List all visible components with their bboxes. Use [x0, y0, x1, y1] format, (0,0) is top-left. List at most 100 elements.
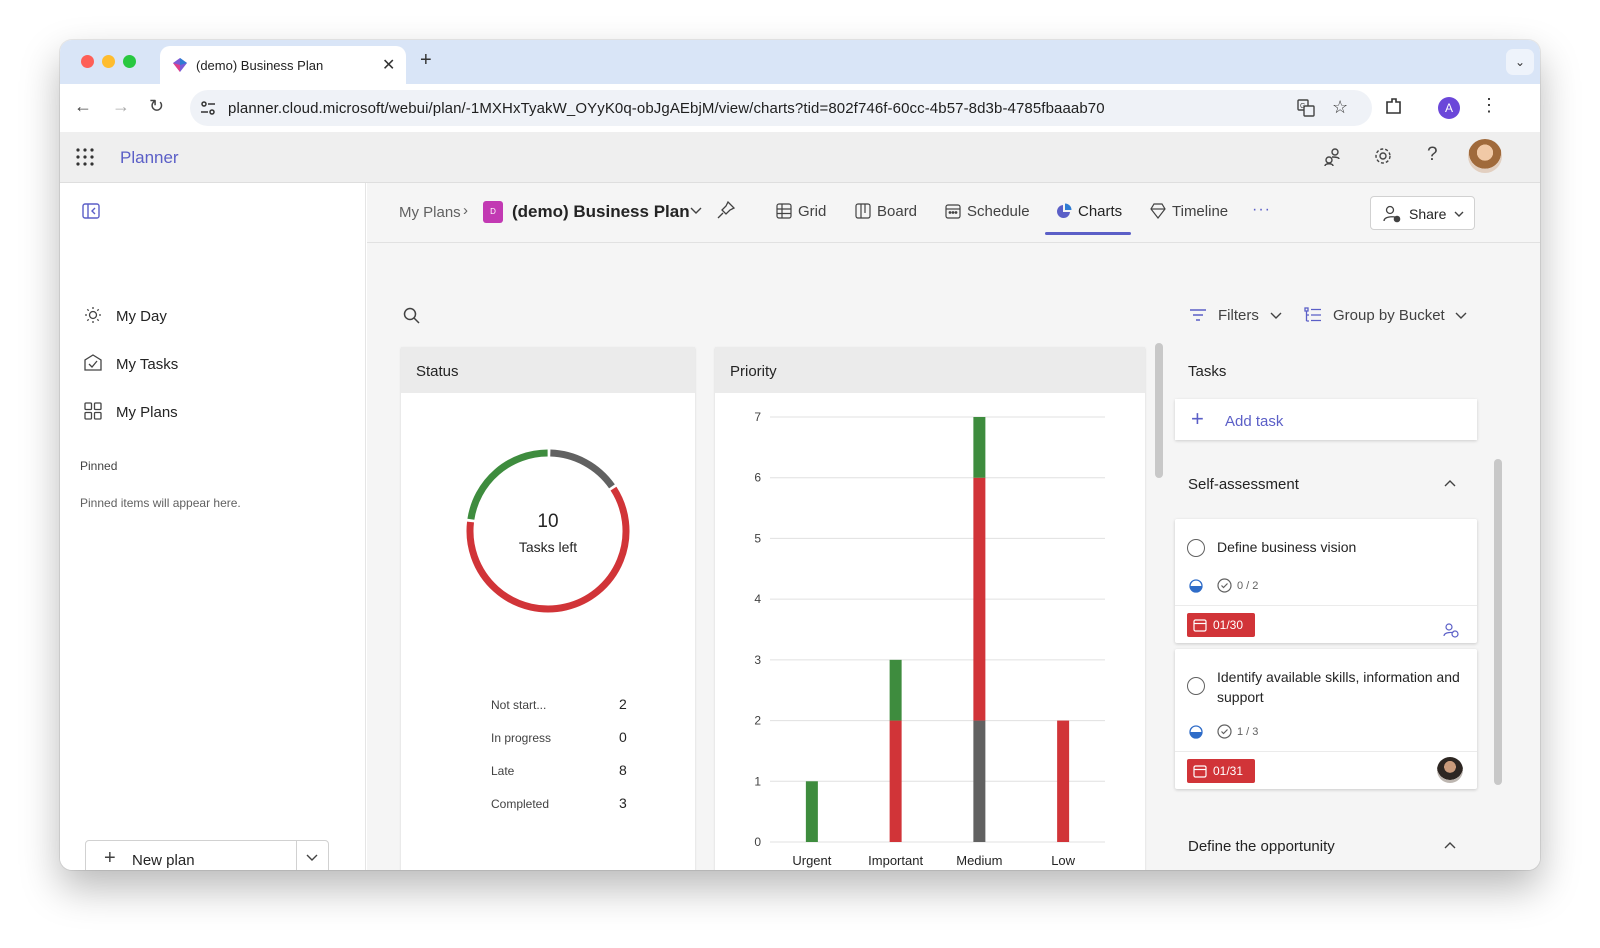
add-task-label: Add task — [1225, 413, 1284, 430]
checklist-progress: 0 / 2 — [1237, 580, 1259, 592]
status-row-not-started: Not start... 2 — [491, 696, 641, 712]
bar-medium-completed[interactable] — [973, 417, 986, 478]
chevron-down-icon — [1453, 207, 1465, 225]
chevron-down-icon[interactable] — [305, 850, 319, 869]
assign-person-icon[interactable] — [1443, 622, 1459, 643]
x-tick-label: Medium — [956, 853, 1002, 868]
calendar-icon — [1193, 618, 1207, 635]
app-launcher-icon[interactable] — [76, 148, 94, 171]
close-window-button[interactable] — [81, 55, 94, 68]
bar-important-completed[interactable] — [889, 659, 902, 721]
active-tab-indicator — [1045, 232, 1131, 235]
tab-strip: (demo) Business Plan ✕ + ⌄ — [60, 40, 1540, 84]
pinned-heading: Pinned — [80, 459, 118, 473]
y-tick-label: 5 — [754, 531, 761, 545]
bar-medium-not-started[interactable] — [973, 720, 986, 842]
sidebar: My Day My Tasks My Plans Pinned Pinned i… — [60, 183, 366, 870]
divider — [1175, 751, 1477, 752]
assignee-avatar[interactable] — [1437, 757, 1463, 783]
new-tab-icon[interactable]: + — [420, 49, 432, 72]
help-icon[interactable]: ? — [1427, 144, 1438, 166]
plan-menu-chevron-icon[interactable] — [689, 203, 703, 222]
x-tick-label: Urgent — [792, 853, 831, 868]
status-row-label: Not start... — [491, 698, 547, 712]
close-tab-icon[interactable]: ✕ — [382, 55, 395, 75]
back-icon[interactable]: ← — [74, 96, 92, 117]
collapse-bucket-chevron-icon[interactable] — [1443, 477, 1457, 496]
url-text: planner.cloud.microsoft/webui/plan/-1MXH… — [228, 100, 1105, 117]
browser-window: (demo) Business Plan ✕ + ⌄ ← → ↻ planner… — [60, 40, 1540, 870]
add-task-button[interactable]: + Add task — [1175, 399, 1477, 440]
collapse-sidebar-icon[interactable] — [82, 203, 100, 224]
group-by-label: Group by Bucket — [1333, 307, 1445, 324]
group-list-icon — [1304, 307, 1322, 328]
minimize-window-button[interactable] — [102, 55, 115, 68]
bookmark-star-icon[interactable]: ☆ — [1332, 97, 1348, 118]
bar-urgent-completed[interactable] — [805, 781, 818, 842]
collapse-bucket-chevron-icon[interactable] — [1443, 839, 1457, 858]
filters-label: Filters — [1218, 307, 1259, 324]
chevron-down-icon — [1454, 309, 1468, 328]
pin-icon[interactable] — [717, 200, 736, 224]
new-plan-label: New plan — [132, 852, 195, 869]
status-card: Status 10 Tasks left Not start... 2 In p… — [401, 347, 695, 870]
donut-slice-completed[interactable] — [467, 449, 548, 520]
donut-slice-not-started[interactable] — [550, 449, 615, 489]
tasks-left-count: 10 — [537, 511, 559, 532]
status-row-label: In progress — [491, 731, 552, 745]
bar-low-late[interactable] — [1057, 720, 1070, 842]
due-date: 01/31 — [1213, 764, 1244, 778]
task-card[interactable]: Define business vision 0 / 2 01/30 — [1175, 519, 1477, 643]
address-bar[interactable]: planner.cloud.microsoft/webui/plan/-1MXH… — [190, 90, 1372, 126]
app-name[interactable]: Planner — [120, 148, 179, 168]
x-tick-label: Important — [868, 853, 923, 868]
status-row-value: 2 — [619, 696, 627, 712]
browser-tab[interactable]: (demo) Business Plan ✕ — [160, 46, 406, 84]
settings-gear-icon[interactable] — [1373, 146, 1393, 171]
search-icon[interactable] — [403, 307, 420, 329]
timeline-diamond-icon — [1150, 203, 1166, 223]
more-views-icon[interactable]: ··· — [1252, 201, 1271, 219]
bucket-name: Self-assessment — [1188, 476, 1299, 493]
complete-task-checkbox[interactable] — [1187, 539, 1205, 557]
tasks-icon — [84, 354, 102, 377]
status-row-completed: Completed 3 — [491, 795, 641, 811]
tasks-scrollbar[interactable] — [1494, 459, 1502, 785]
app-bar: Planner ? — [60, 132, 1540, 183]
divider — [296, 841, 297, 870]
checklist-icon — [1217, 724, 1232, 744]
sun-icon — [84, 306, 102, 329]
bar-medium-late[interactable] — [973, 477, 986, 721]
reload-icon[interactable]: ↻ — [149, 96, 164, 117]
bar-important-late[interactable] — [889, 720, 902, 842]
extensions-icon[interactable] — [1384, 96, 1404, 121]
tab-title: (demo) Business Plan — [196, 58, 324, 73]
share-button[interactable]: Share — [1370, 196, 1475, 230]
priority-half-circle-icon — [1189, 579, 1203, 598]
maximize-window-button[interactable] — [123, 55, 136, 68]
due-date-badge: 01/31 — [1187, 759, 1255, 783]
priority-card: Priority 0 1 2 3 4 5 6 7 Urgent Important Medium Lo… — [715, 347, 1145, 870]
filters-button[interactable]: Filters — [1189, 305, 1289, 327]
browser-menu-icon[interactable]: ⋮ — [1480, 95, 1498, 116]
due-date: 01/30 — [1213, 618, 1244, 632]
new-plan-button[interactable]: + New plan — [86, 841, 296, 870]
site-info-icon[interactable] — [200, 100, 216, 121]
tab-search-icon[interactable]: ⌄ — [1506, 49, 1534, 75]
sidebar-item-label: My Day — [116, 308, 167, 325]
task-card[interactable]: Identify available skills, information a… — [1175, 649, 1477, 789]
share-feedback-icon[interactable] — [1323, 147, 1343, 172]
pinned-empty-text: Pinned items will appear here. — [80, 496, 241, 510]
complete-task-checkbox[interactable] — [1187, 677, 1205, 695]
translate-icon[interactable]: G — [1296, 98, 1316, 123]
charts-scrollbar[interactable] — [1155, 343, 1163, 478]
profile-avatar[interactable]: A — [1438, 97, 1460, 119]
plan-title[interactable]: (demo) Business Plan — [512, 202, 690, 222]
status-row-in-progress: In progress 0 — [491, 729, 641, 745]
breadcrumb-my-plans[interactable]: My Plans — [399, 204, 461, 221]
y-tick-label: 6 — [754, 471, 761, 485]
planner-favicon-icon — [172, 57, 188, 78]
forward-icon[interactable]: → — [112, 96, 130, 117]
group-by-button[interactable]: Group by Bucket — [1304, 305, 1474, 327]
user-avatar[interactable] — [1468, 139, 1502, 173]
